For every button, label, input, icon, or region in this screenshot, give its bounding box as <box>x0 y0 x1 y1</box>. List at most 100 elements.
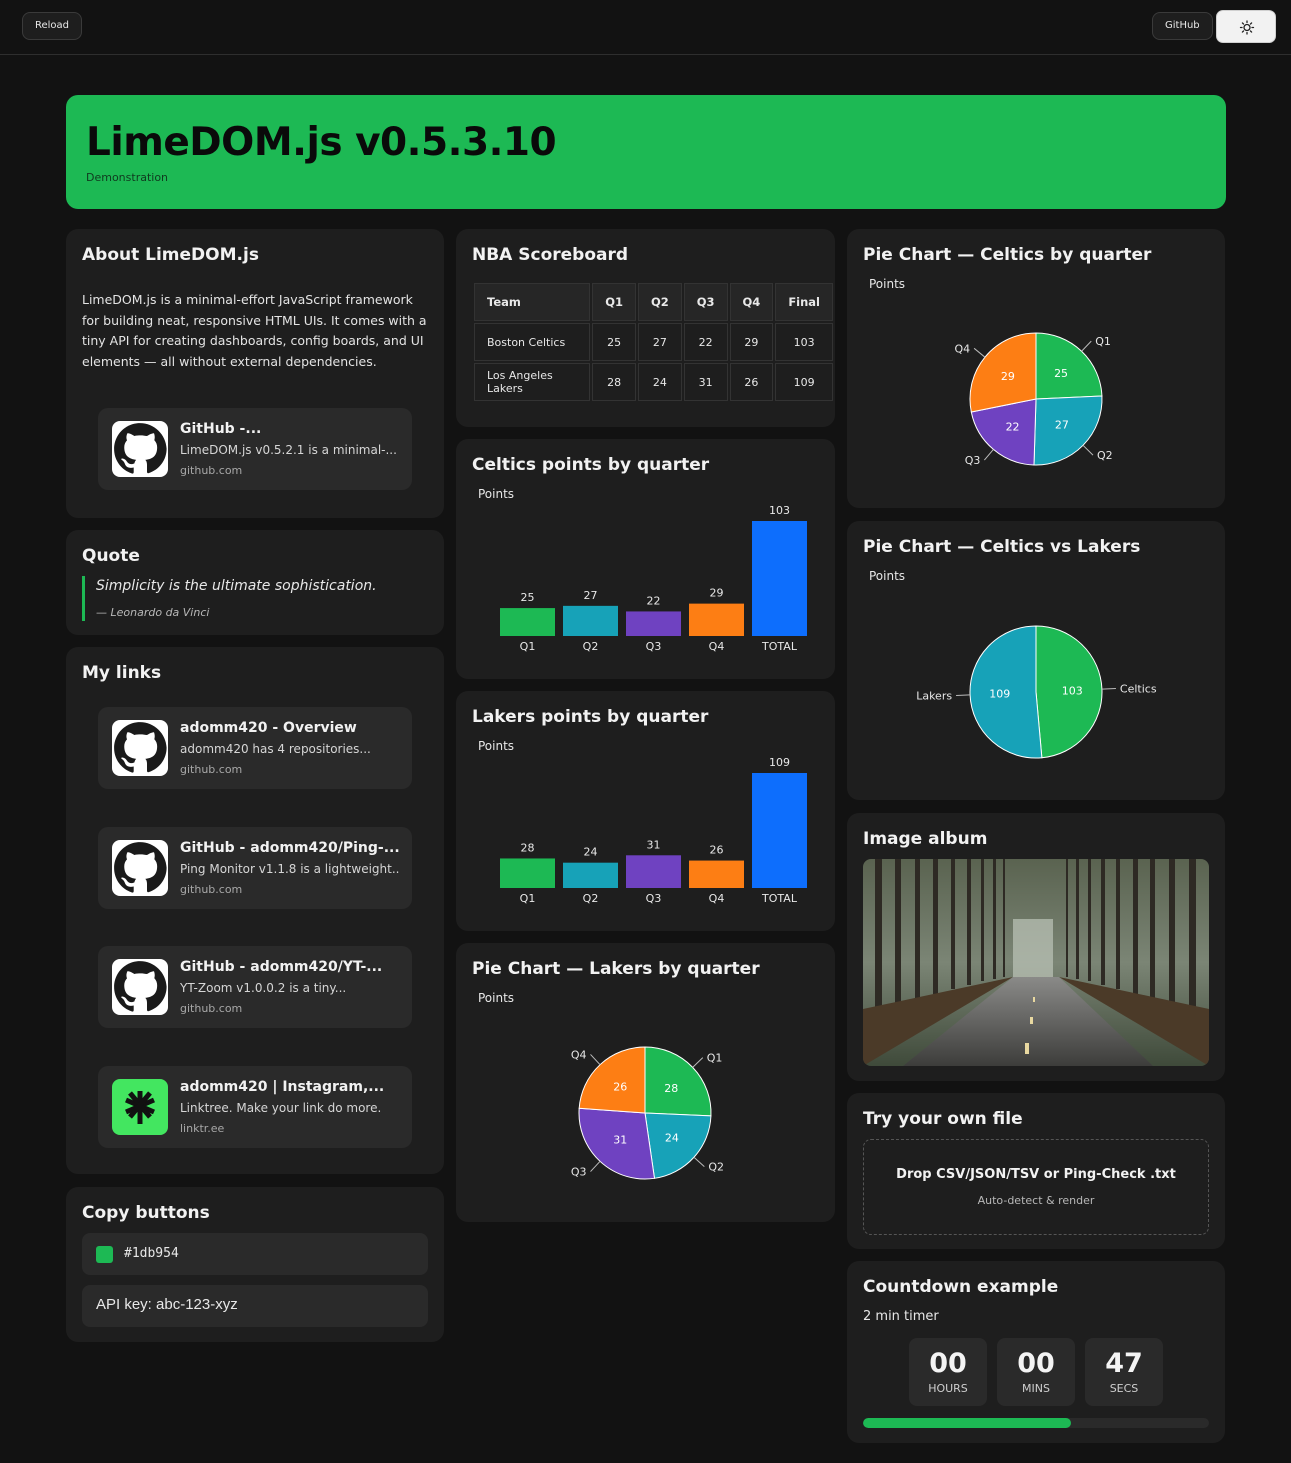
sun-icon <box>1239 20 1255 35</box>
mins-label: MINS <box>1022 1382 1050 1395</box>
score-cell: 26 <box>729 363 774 401</box>
bar-value-label: 29 <box>710 587 724 600</box>
pie-slice-q1[interactable] <box>1035 332 1103 400</box>
link-domain: linktr.ee <box>180 1122 225 1135</box>
bar-q1[interactable] <box>500 608 555 636</box>
bar-q4[interactable] <box>689 860 744 888</box>
countdown-title: Countdown example <box>863 1277 1059 1297</box>
hours-label: HOURS <box>928 1382 968 1395</box>
hours-value: 00 <box>929 1348 967 1379</box>
table-header-row: Team Q1 Q2 Q3 Q4 Final <box>474 283 833 321</box>
bar-total[interactable] <box>752 521 807 636</box>
drop-title: Drop CSV/JSON/TSV or Ping-Check .txt <box>896 1167 1176 1182</box>
link-title: adomm420 | Instagram,... <box>180 1079 385 1095</box>
file-drop-card: Try your own file Drop CSV/JSON/TSV or P… <box>847 1093 1225 1249</box>
pie-leader-line <box>1101 687 1116 690</box>
score-cell: 27 <box>637 323 682 361</box>
bar-q3[interactable] <box>626 855 681 888</box>
list-item[interactable]: adomm420 - Overview adomm420 has 4 repos… <box>98 707 412 789</box>
bar-value-label: 25 <box>521 591 535 604</box>
bar-value-label: 103 <box>769 504 790 517</box>
copy-api-key-button[interactable]: API key: abc-123-xyz <box>82 1285 428 1327</box>
page-title: LimeDOM.js v0.5.3.10 <box>86 120 557 165</box>
github-icon <box>112 421 168 477</box>
score-cell: 109 <box>775 363 833 401</box>
lakers-pie-card: Pie Chart — Lakers by quarter Points 28 Q… <box>456 943 835 1222</box>
mins-value: 00 <box>1017 1348 1055 1379</box>
pie-slice-q4[interactable] <box>578 1046 646 1114</box>
countdown-progress-bar <box>863 1418 1209 1428</box>
quote-text: Simplicity is the ultimate sophisticatio… <box>96 578 377 594</box>
scoreboard-table: Team Q1 Q2 Q3 Q4 Final Boston Celtics 25… <box>472 281 835 403</box>
theme-toggle-button[interactable] <box>1216 10 1276 43</box>
x-tick-label: Q3 <box>646 892 662 905</box>
bar-value-label: 22 <box>647 594 661 607</box>
bar-value-label: 27 <box>584 589 598 602</box>
bar-q1[interactable] <box>500 858 555 888</box>
pie-leader-line <box>590 1160 601 1172</box>
album-image[interactable] <box>863 859 1209 1066</box>
bar-value-label: 109 <box>769 756 790 769</box>
header-q3: Q3 <box>683 283 728 321</box>
link-description: LimeDOM.js v0.5.2.1 is a minimal-... <box>180 443 397 457</box>
file-drop-zone[interactable]: Drop CSV/JSON/TSV or Ping-Check .txt Aut… <box>863 1139 1209 1235</box>
link-title: GitHub -... <box>180 421 262 437</box>
quote-author: — Leonardo da Vinci <box>96 606 210 619</box>
bar-value-label: 26 <box>710 844 724 857</box>
pie-value-label: 24 <box>665 1131 679 1144</box>
x-tick-label: TOTAL <box>761 892 798 905</box>
pie-value-label: 103 <box>1062 684 1083 697</box>
team-cell: Los Angeles Lakers <box>474 363 591 401</box>
list-item[interactable]: GitHub - adomm420/YT-... YT-Zoom v1.0.0.… <box>98 946 412 1028</box>
score-cell: 31 <box>683 363 728 401</box>
github-icon <box>112 720 168 776</box>
pie-category-label: Q4 <box>954 342 970 355</box>
lakers-bar-card: Lakers points by quarter Points 28 Q1 24 Q2… <box>456 691 835 931</box>
header-q4: Q4 <box>729 283 774 321</box>
pie-value-label: 22 <box>1006 421 1020 434</box>
bar-value-label: 31 <box>647 838 661 851</box>
secs-value: 47 <box>1105 1348 1143 1379</box>
link-title: adomm420 - Overview <box>180 720 357 736</box>
pie-leader-line <box>590 1054 601 1066</box>
x-tick-label: Q4 <box>709 892 725 905</box>
top-bar: Reload GitHub <box>0 0 1291 55</box>
hero-banner: LimeDOM.js v0.5.3.10 Demonstration <box>66 95 1226 209</box>
copy-color-button[interactable]: #1db954 <box>82 1233 428 1275</box>
about-text: LimeDOM.js is a minimal-effort JavaScrip… <box>82 292 427 369</box>
pie-leader-line <box>1081 340 1092 352</box>
link-description: Linktree. Make your link do more. <box>180 1101 382 1115</box>
github-mark <box>114 423 167 474</box>
celtics-vs-lakers-pie-chart: 103 Celtics 109 Lakers <box>916 625 1157 759</box>
link-description: YT-Zoom v1.0.0.2 is a tiny... <box>180 981 347 995</box>
celtics-bar-chart: 25 Q1 27 Q2 22 Q3 29 Q4 103 TOTAL <box>500 504 807 653</box>
scoreboard-title: NBA Scoreboard <box>472 245 629 265</box>
celtics-bar-card: Celtics points by quarter Points 25 Q1 27 Q… <box>456 439 835 679</box>
pie-category-label: Q2 <box>708 1161 724 1174</box>
pie-slice-q2[interactable] <box>644 1112 712 1179</box>
link-domain: github.com <box>180 883 243 896</box>
reload-button[interactable]: Reload <box>22 12 83 40</box>
score-cell: 25 <box>592 323 636 361</box>
about-title: About LimeDOM.js <box>82 245 259 265</box>
x-tick-label: Q2 <box>583 640 599 653</box>
github-icon <box>112 840 168 896</box>
pie-value-label: 28 <box>664 1082 678 1095</box>
x-tick-label: Q4 <box>709 640 725 653</box>
bar-q2[interactable] <box>563 605 618 636</box>
about-link-card[interactable]: GitHub -... LimeDOM.js v0.5.2.1 is a min… <box>98 408 412 490</box>
list-item[interactable]: adomm420 | Instagram,... Linktree. Make … <box>98 1066 412 1148</box>
secs-label: SECS <box>1109 1382 1139 1395</box>
scoreboard-card: NBA Scoreboard Team Q1 Q2 Q3 Q4 Final Bo… <box>456 229 835 427</box>
bar-value-label: 28 <box>521 841 535 854</box>
list-item[interactable]: GitHub - adomm420/Ping-... Ping Monitor … <box>98 827 412 909</box>
score-cell: 24 <box>637 363 682 401</box>
github-button[interactable]: GitHub <box>1152 12 1213 40</box>
bar-q3[interactable] <box>626 611 681 636</box>
bar-q2[interactable] <box>563 862 618 888</box>
bar-q4[interactable] <box>689 603 744 636</box>
x-tick-label: Q3 <box>646 640 662 653</box>
bar-total[interactable] <box>752 773 807 888</box>
link-description: Ping Monitor v1.1.8 is a lightweight... <box>180 862 400 876</box>
file-title: Try your own file <box>863 1109 1023 1129</box>
